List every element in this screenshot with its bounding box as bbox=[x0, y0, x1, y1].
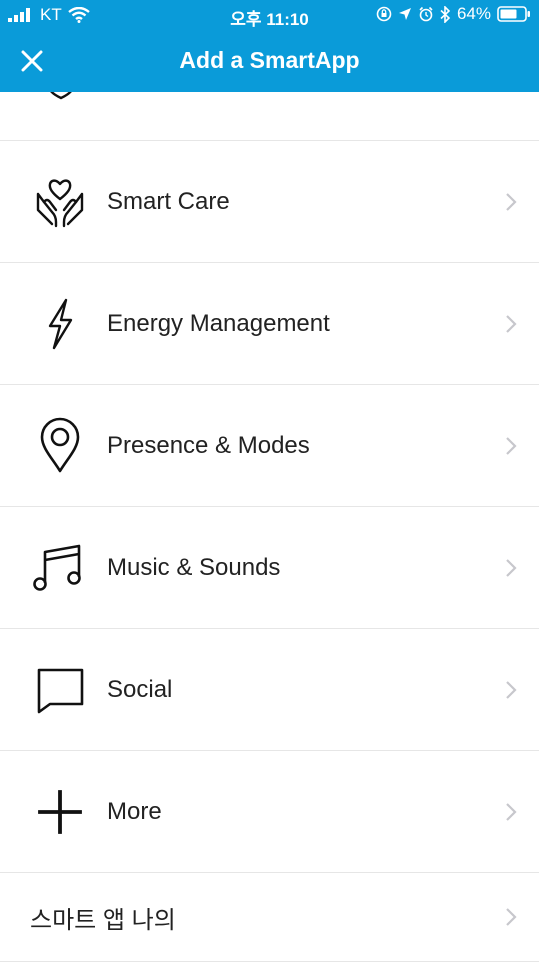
chevron-right-icon bbox=[506, 314, 517, 333]
battery-percent: 64% bbox=[456, 4, 491, 23]
list-item-label: Social bbox=[107, 675, 173, 703]
list-item-label: 스마트 앱 나의 bbox=[30, 906, 176, 934]
location-pin-icon bbox=[30, 416, 90, 476]
rotation-lock-icon bbox=[376, 6, 392, 22]
list-item-music-sounds[interactable]: Music & Sounds bbox=[0, 507, 539, 629]
status-bar: KT 오후 11:10 64% bbox=[0, 0, 539, 30]
hands-heart-icon bbox=[30, 172, 90, 232]
page-title: Add a SmartApp bbox=[179, 47, 360, 73]
partial-list-item[interactable] bbox=[0, 92, 539, 141]
chevron-right-icon bbox=[506, 558, 517, 577]
list-item-smart-care[interactable]: Smart Care bbox=[0, 141, 539, 263]
list-item-my-apps[interactable]: 스마트 앱 나의 bbox=[0, 873, 539, 962]
music-note-icon bbox=[30, 538, 90, 598]
list-item-label: Energy Management bbox=[107, 309, 330, 337]
lightning-bolt-icon bbox=[30, 294, 90, 354]
chevron-right-icon bbox=[506, 436, 517, 455]
list-item-presence-modes[interactable]: Presence & Modes bbox=[0, 385, 539, 507]
chat-bubble-icon bbox=[30, 660, 90, 720]
bluetooth-icon bbox=[440, 5, 451, 23]
list-item-label: Presence & Modes bbox=[107, 431, 310, 459]
alarm-icon bbox=[419, 6, 433, 22]
plus-icon bbox=[30, 782, 90, 842]
nav-bar: Add a SmartApp bbox=[0, 30, 539, 92]
list-item-label: Smart Care bbox=[107, 187, 230, 215]
chevron-right-icon bbox=[506, 802, 517, 821]
location-arrow-icon bbox=[398, 8, 411, 20]
battery-icon bbox=[497, 6, 530, 22]
list-item-social[interactable]: Social bbox=[0, 629, 539, 751]
chevron-right-icon bbox=[506, 680, 517, 699]
list-item-label: Music & Sounds bbox=[107, 553, 281, 581]
chevron-right-icon bbox=[506, 192, 517, 211]
shield-icon bbox=[50, 92, 72, 100]
list-item-label: More bbox=[107, 797, 162, 825]
list-item-energy-management[interactable]: Energy Management bbox=[0, 263, 539, 385]
category-list: Smart Care Energy Management Presence & … bbox=[0, 92, 539, 962]
app-header: KT 오후 11:10 64% Add a SmartApp bbox=[0, 0, 539, 92]
status-right: 64% bbox=[376, 4, 531, 24]
list-item-more[interactable]: More bbox=[0, 751, 539, 873]
chevron-right-icon bbox=[506, 908, 517, 926]
